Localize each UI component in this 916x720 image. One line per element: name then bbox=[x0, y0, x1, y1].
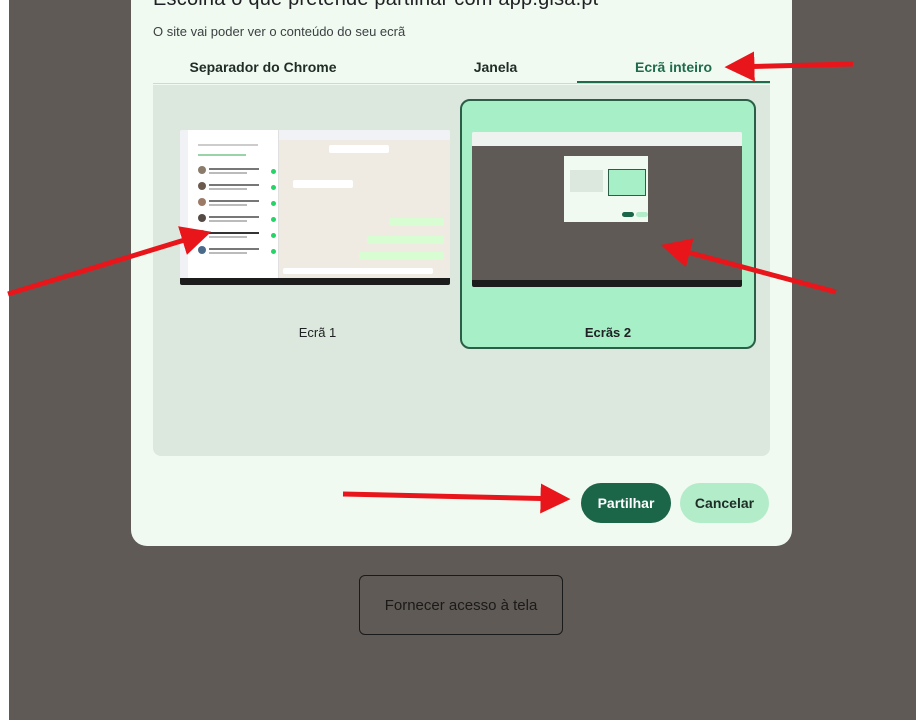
dialog-subtitle: O site vai poder ver o conteúdo do seu e… bbox=[153, 24, 406, 39]
left-margin bbox=[0, 0, 9, 720]
screen-1-thumbnail bbox=[180, 130, 450, 285]
screen-1-label: Ecrã 1 bbox=[298, 325, 337, 340]
tab-window[interactable]: Janela bbox=[403, 52, 588, 83]
screen-option-1[interactable]: Ecrã 1 bbox=[171, 99, 464, 347]
tab-entire-screen[interactable]: Ecrã inteiro bbox=[577, 52, 770, 84]
tabs-divider bbox=[153, 83, 770, 84]
source-tabs: Separador do Chrome Janela Ecrã inteiro bbox=[153, 52, 770, 85]
share-button[interactable]: Partilhar bbox=[581, 483, 671, 523]
cancel-button[interactable]: Cancelar bbox=[680, 483, 769, 523]
provide-screen-access-button[interactable]: Fornecer acesso à tela bbox=[359, 575, 563, 635]
screen-2-label: Ecrãs 2 bbox=[584, 325, 632, 340]
share-screen-dialog: Escolha o que pretende partilhar com app… bbox=[131, 0, 792, 546]
screen-2-thumbnail bbox=[472, 132, 742, 287]
screens-panel: Ecrã 1 Ecrãs 2 bbox=[153, 85, 770, 456]
tab-chrome-tab[interactable]: Separador do Chrome bbox=[153, 52, 373, 83]
screen-option-2[interactable]: Ecrãs 2 bbox=[460, 99, 756, 349]
dialog-title: Escolha o que pretende partilhar com app… bbox=[153, 0, 598, 11]
